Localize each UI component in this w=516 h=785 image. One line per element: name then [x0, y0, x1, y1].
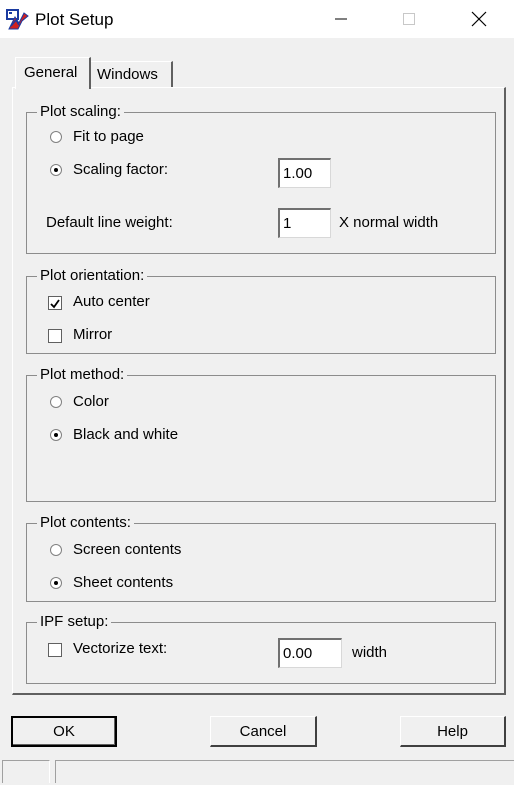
window-title: Plot Setup	[35, 10, 114, 29]
status-cell	[55, 760, 514, 783]
scaling-factor-radio[interactable]	[50, 164, 62, 176]
normal-width-suffix: X normal width	[339, 214, 439, 231]
vectorize-width-input[interactable]: 0.00	[278, 638, 342, 668]
screen-contents-radio[interactable]	[50, 544, 62, 556]
auto-center-label[interactable]: Auto center	[73, 293, 150, 310]
ipf-setup-label: IPF setup:	[37, 613, 112, 631]
ok-button[interactable]: OK	[11, 716, 117, 747]
status-bar	[0, 758, 514, 785]
auto-center-checkbox[interactable]	[48, 296, 62, 310]
radio-selected-dot	[54, 168, 58, 172]
black-and-white-radio[interactable]	[50, 429, 62, 441]
color-label[interactable]: Color	[73, 393, 109, 410]
checkmark-icon	[50, 299, 60, 309]
scaling-factor-label[interactable]: Scaling factor:	[73, 161, 168, 178]
black-and-white-label[interactable]: Black and white	[73, 426, 178, 443]
maximize-icon[interactable]	[386, 0, 432, 38]
radio-selected-dot	[54, 433, 58, 437]
plot-orientation-label: Plot orientation:	[37, 267, 148, 285]
fit-to-page-radio[interactable]	[50, 131, 62, 143]
width-label: width	[352, 644, 388, 661]
help-button[interactable]: Help	[400, 716, 506, 747]
mirror-checkbox[interactable]	[48, 329, 62, 343]
fit-to-page-label[interactable]: Fit to page	[73, 128, 144, 145]
plot-scaling-label: Plot scaling:	[37, 103, 124, 121]
sheet-contents-radio[interactable]	[50, 577, 62, 589]
vectorize-text-checkbox[interactable]	[48, 643, 62, 657]
close-icon[interactable]	[456, 0, 502, 38]
plot-contents-label: Plot contents:	[37, 514, 134, 532]
scaling-factor-input[interactable]: 1.00	[278, 158, 331, 188]
tab-windows[interactable]: Windows	[91, 61, 173, 87]
radio-selected-dot	[54, 581, 58, 585]
screen-contents-label[interactable]: Screen contents	[73, 541, 181, 558]
status-cell	[2, 760, 50, 783]
default-line-weight-input[interactable]: 1	[278, 208, 331, 238]
default-line-weight-label: Default line weight:	[46, 214, 173, 231]
vectorize-text-label[interactable]: Vectorize text:	[73, 640, 167, 657]
tab-windows-label: Windows	[97, 66, 158, 83]
cancel-button[interactable]: Cancel	[210, 716, 317, 747]
tab-general[interactable]: General	[15, 57, 91, 89]
plot-method-label: Plot method:	[37, 366, 128, 384]
color-radio[interactable]	[50, 396, 62, 408]
title-bar[interactable]: Plot Setup	[0, 0, 516, 38]
minimize-icon[interactable]	[318, 0, 364, 38]
mirror-label[interactable]: Mirror	[73, 326, 112, 343]
plot-app-icon[interactable]	[6, 9, 30, 31]
sheet-contents-label[interactable]: Sheet contents	[73, 574, 173, 591]
tab-general-label: General	[24, 64, 78, 81]
